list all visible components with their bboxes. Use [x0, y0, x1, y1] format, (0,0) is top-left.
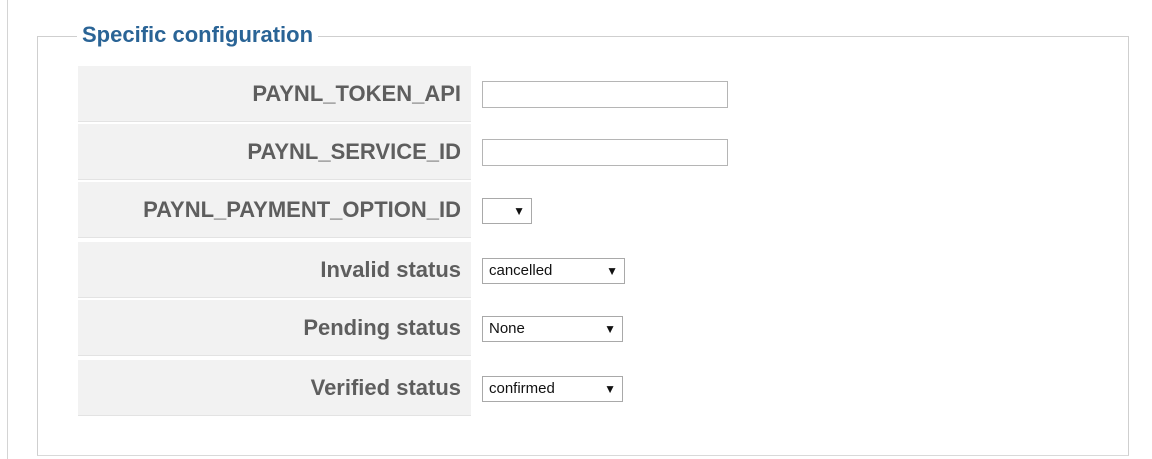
left-divider	[7, 0, 8, 459]
form-row-pending-status: Pending status None ▼	[78, 300, 728, 356]
label-service-id: PAYNL_SERVICE_ID	[78, 124, 471, 180]
page: Specific configuration PAYNL_TOKEN_API P…	[0, 0, 1152, 459]
invalid-status-selected-value: cancelled	[489, 262, 553, 279]
form-row-verified-status: Verified status confirmed ▼	[78, 360, 728, 416]
form-row-token-api: PAYNL_TOKEN_API	[78, 66, 728, 122]
label-token-api: PAYNL_TOKEN_API	[78, 66, 471, 122]
form-row-payment-option-id: PAYNL_PAYMENT_OPTION_ID ▼	[78, 182, 728, 238]
label-pending-status: Pending status	[78, 300, 471, 356]
token-api-input[interactable]	[482, 81, 728, 108]
chevron-down-icon: ▼	[513, 204, 525, 218]
pending-status-select[interactable]: None ▼	[482, 316, 623, 342]
fieldset-legend: Specific configuration	[77, 20, 319, 50]
verified-status-selected-value: confirmed	[489, 380, 555, 397]
form-row-service-id: PAYNL_SERVICE_ID	[78, 124, 728, 180]
label-verified-status: Verified status	[78, 360, 471, 416]
chevron-down-icon: ▼	[604, 382, 616, 396]
verified-status-select[interactable]: confirmed ▼	[482, 376, 623, 402]
payment-option-select[interactable]: ▼	[482, 198, 532, 224]
invalid-status-select[interactable]: cancelled ▼	[482, 258, 625, 284]
form-row-invalid-status: Invalid status cancelled ▼	[78, 242, 728, 298]
pending-status-selected-value: None	[489, 320, 525, 337]
label-invalid-status: Invalid status	[78, 242, 471, 298]
chevron-down-icon: ▼	[604, 322, 616, 336]
label-payment-option-id: PAYNL_PAYMENT_OPTION_ID	[78, 182, 471, 238]
chevron-down-icon: ▼	[606, 264, 618, 278]
service-id-input[interactable]	[482, 139, 728, 166]
